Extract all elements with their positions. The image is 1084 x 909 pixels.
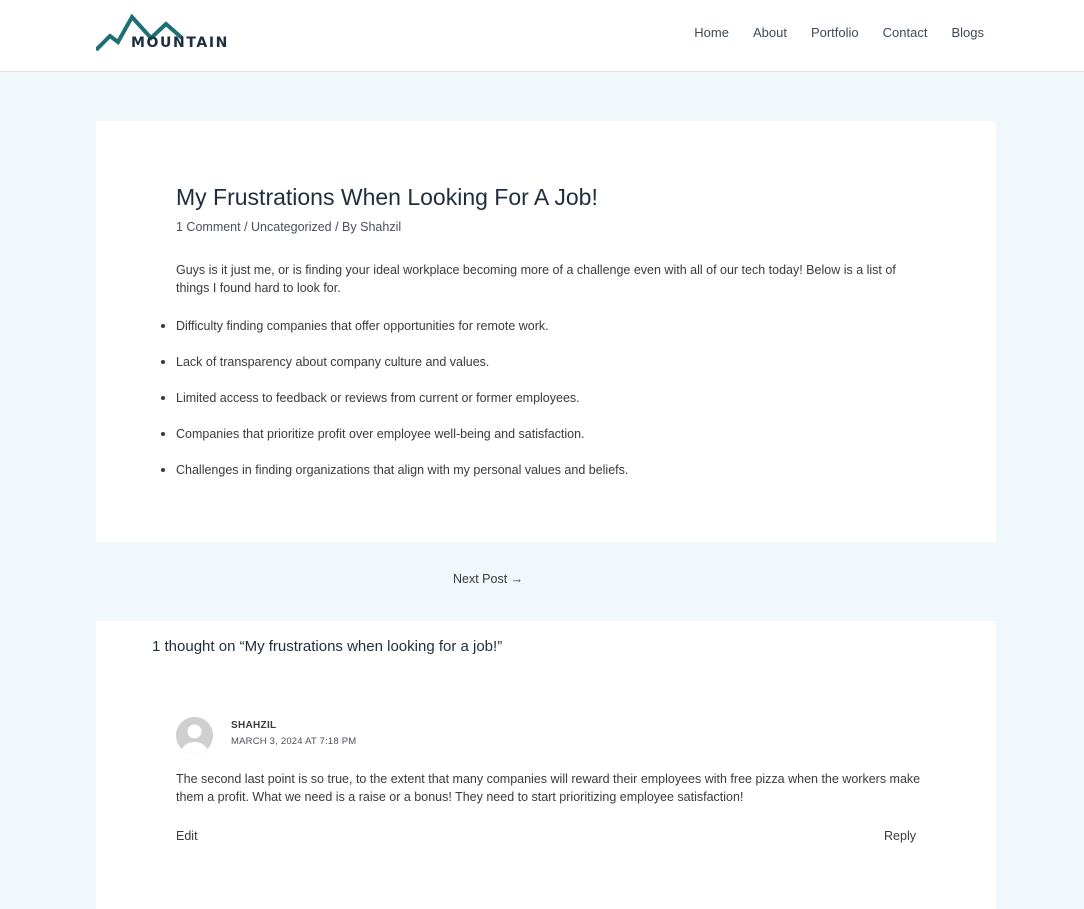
reply-comment-link[interactable]: Reply (884, 829, 916, 843)
site-logo[interactable]: MOUNTAIN (96, 14, 236, 54)
comments-count-link[interactable]: 1 Comment (176, 220, 241, 234)
list-item: Challenges in finding organizations that… (161, 461, 916, 479)
list-item: Lack of transparency about company cultu… (161, 353, 916, 371)
comment-author: SHAHZIL (231, 720, 277, 731)
list-item: Limited access to feedback or reviews fr… (161, 389, 916, 407)
main-nav: Home About Portfolio Contact Blogs (694, 25, 984, 40)
nav-item-home[interactable]: Home (694, 25, 729, 40)
meta-by-label: / By (331, 220, 361, 234)
list-item: Companies that prioritize profit over em… (161, 425, 916, 443)
post-intro: Guys is it just me, or is finding your i… (176, 263, 896, 295)
meta-separator: / (240, 220, 252, 234)
nav-item-about[interactable]: About (753, 25, 787, 40)
comments-section: 1 thought on “My frustrations when looki… (96, 621, 996, 909)
nav-item-blogs[interactable]: Blogs (951, 25, 984, 40)
next-post-link[interactable]: Next Post → (453, 572, 523, 586)
comments-heading: 1 thought on “My frustrations when looki… (152, 638, 503, 655)
site-header: MOUNTAIN Home About Portfolio Contact Bl… (0, 0, 1084, 72)
author-link[interactable]: Shahzil (360, 220, 401, 234)
post-card: My Frustrations When Looking For A Job! … (96, 121, 996, 542)
avatar (176, 717, 213, 754)
list-item: Difficulty finding companies that offer … (161, 317, 916, 335)
default-avatar-icon (176, 717, 213, 754)
edit-comment-link[interactable]: Edit (176, 829, 198, 843)
nav-item-portfolio[interactable]: Portfolio (811, 25, 859, 40)
post-meta: 1 Comment / Uncategorized / By Shahzil (176, 220, 401, 234)
post-bullet-list: Difficulty finding companies that offer … (161, 317, 916, 497)
post-title: My Frustrations When Looking For A Job! (176, 184, 598, 210)
comment-date-link[interactable]: MARCH 3, 2024 AT 7:18 PM (231, 736, 356, 747)
comment-body: The second last point is so true, to the… (176, 772, 921, 804)
nav-item-contact[interactable]: Contact (883, 25, 928, 40)
logo-text: MOUNTAIN (131, 35, 229, 51)
category-link[interactable]: Uncategorized (251, 220, 332, 234)
